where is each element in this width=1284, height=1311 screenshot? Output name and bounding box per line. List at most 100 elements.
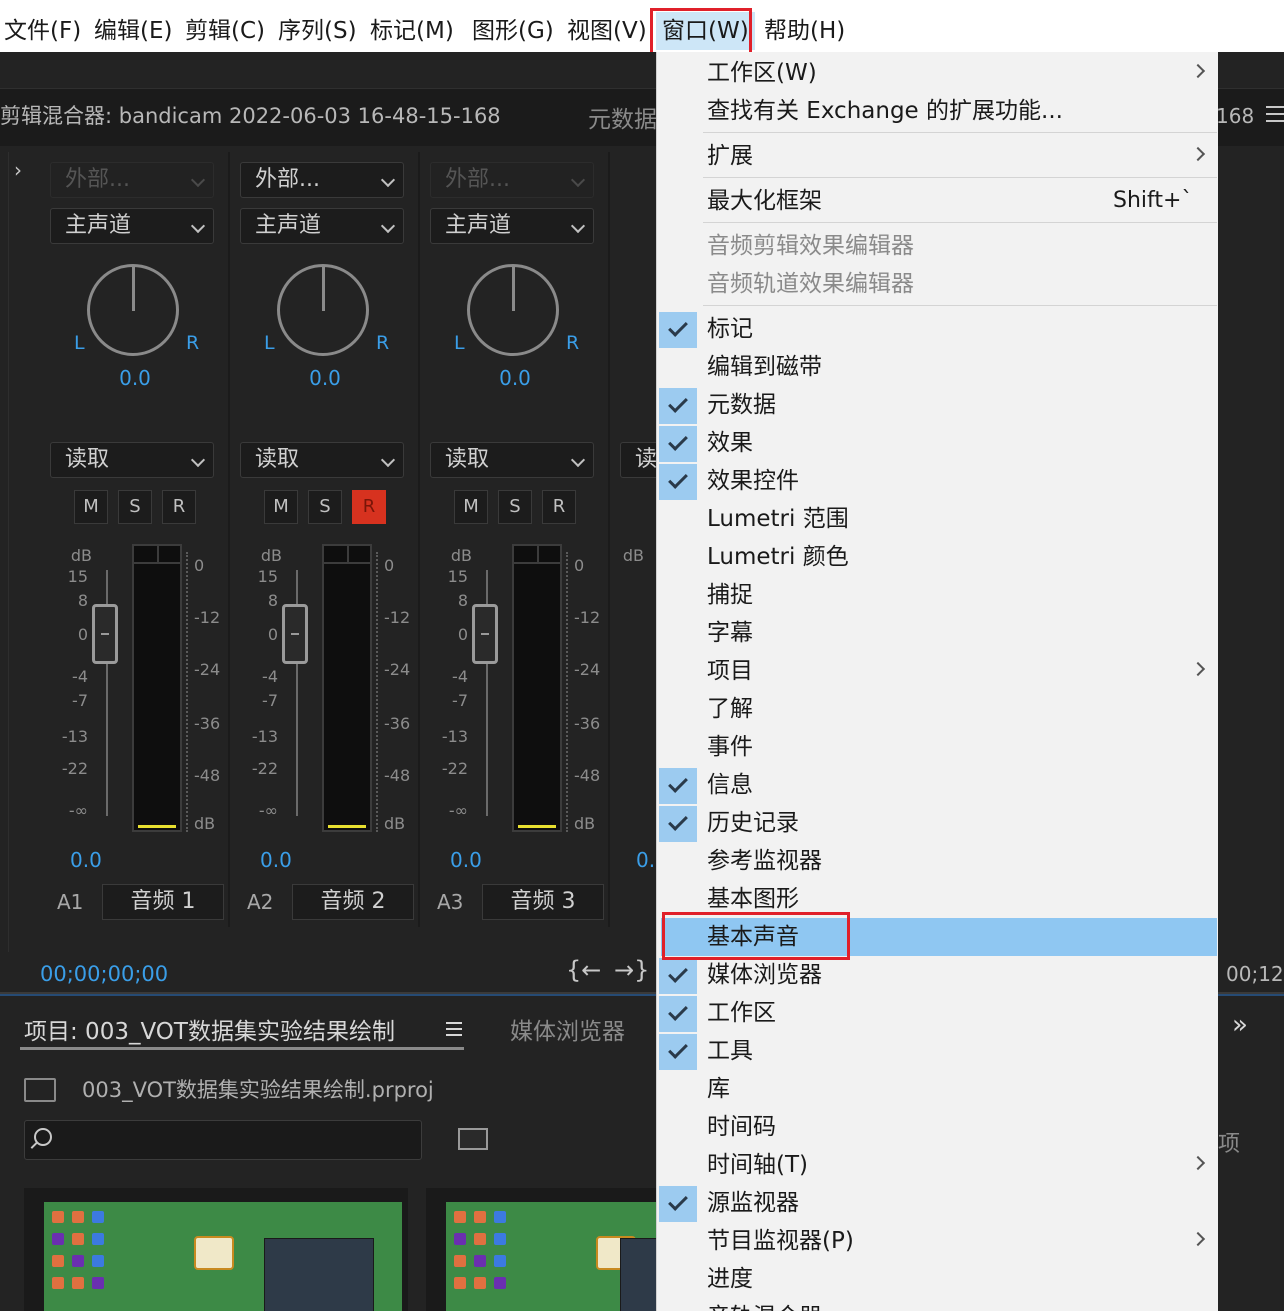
solo-button[interactable]: S xyxy=(118,490,152,524)
channel-mode-dropdown[interactable]: 主声道 xyxy=(50,208,214,244)
menu-item-maximize-frame[interactable]: 最大化框架 Shift+` xyxy=(657,182,1219,220)
menu-item-markers[interactable]: 标记 xyxy=(657,310,1219,348)
menu-item-find-exchange[interactable]: 查找有关 Exchange 的扩展功能... xyxy=(657,92,1219,130)
mute-button[interactable]: M xyxy=(74,490,108,524)
menu-item-label: 最大化框架 xyxy=(707,188,822,214)
volume-value[interactable]: 0.0 xyxy=(260,848,292,872)
automation-dropdown[interactable]: 读取 xyxy=(430,442,594,478)
menu-markers[interactable]: 标记(M) xyxy=(370,12,454,50)
volume-value[interactable]: 0.0 xyxy=(450,848,482,872)
tab-media-browser[interactable]: 媒体浏览器 xyxy=(510,1012,625,1046)
input-dropdown[interactable]: 外部... xyxy=(240,162,404,198)
db-label: dB xyxy=(450,546,472,565)
menu-item-lumetri-color[interactable]: Lumetri 颜色 xyxy=(657,538,1219,576)
menu-item-learn[interactable]: 了解 xyxy=(657,690,1219,728)
go-to-in-icon[interactable]: {← xyxy=(566,956,601,984)
track-name-field[interactable]: 音频 1 xyxy=(102,884,224,920)
menu-item-edit-to-tape[interactable]: 编辑到磁带 xyxy=(657,348,1219,386)
fader-scale-mark: -13 xyxy=(61,727,88,746)
window-menu-dropdown: 工作区(W) 查找有关 Exchange 的扩展功能... 扩展 最大化框架 Sh… xyxy=(656,52,1218,1311)
menu-item-progress[interactable]: 进度 xyxy=(657,1260,1219,1298)
menu-item-libraries[interactable]: 库 xyxy=(657,1070,1219,1108)
pan-knob[interactable] xyxy=(277,264,369,356)
panel-menu-icon[interactable] xyxy=(1266,106,1284,124)
menu-item-history[interactable]: 历史记录 xyxy=(657,804,1219,842)
menu-item-metadata[interactable]: 元数据 xyxy=(657,386,1219,424)
volume-value[interactable]: 0.0 xyxy=(70,848,102,872)
expand-chevron-icon[interactable]: › xyxy=(14,158,22,182)
playhead-timecode[interactable]: 00;00;00;00 xyxy=(40,962,168,986)
menu-item-info[interactable]: 信息 xyxy=(657,766,1219,804)
automation-dropdown[interactable]: 读取 xyxy=(240,442,404,478)
menu-sequence[interactable]: 序列(S) xyxy=(278,12,357,50)
menu-clip[interactable]: 剪辑(C) xyxy=(185,12,265,50)
menu-item-label: 项目 xyxy=(707,658,753,684)
menu-item-timelines[interactable]: 时间轴(T) xyxy=(657,1146,1219,1184)
track-id: A2 xyxy=(247,890,274,914)
menu-item-audio-track-mixer[interactable]: 音轨混合器 xyxy=(657,1298,1219,1311)
menu-item-projects[interactable]: 项目 xyxy=(657,652,1219,690)
tab-project[interactable]: 项目: 003_VOT数据集实验结果绘制 xyxy=(24,1012,395,1046)
track-name-field[interactable]: 音频 2 xyxy=(292,884,414,920)
menu-help[interactable]: 帮助(H) xyxy=(764,12,845,50)
menu-item-lumetri-scopes[interactable]: Lumetri 范围 xyxy=(657,500,1219,538)
menu-item-source-monitor[interactable]: 源监视器 xyxy=(657,1184,1219,1222)
record-button[interactable]: R xyxy=(542,490,576,524)
pan-knob[interactable] xyxy=(87,264,179,356)
level-meter xyxy=(132,544,182,832)
menu-item-effects[interactable]: 效果 xyxy=(657,424,1219,462)
menu-item-captions[interactable]: 字幕 xyxy=(657,614,1219,652)
channel-strip-a1: 外部... 主声道 L R 0.0 读取 M S R dB 15 8 0 -4 … xyxy=(40,152,230,927)
menu-item-timecode[interactable]: 时间码 xyxy=(657,1108,1219,1146)
channel-mode-dropdown[interactable]: 主声道 xyxy=(240,208,404,244)
volume-fader[interactable] xyxy=(282,604,308,664)
menu-item-workspaces-panel[interactable]: 工作区 xyxy=(657,994,1219,1032)
mute-button[interactable]: M xyxy=(264,490,298,524)
pan-left-label: L xyxy=(74,332,85,354)
pan-knob[interactable] xyxy=(467,264,559,356)
menu-edit[interactable]: 编辑(E) xyxy=(94,12,172,50)
automation-dropdown[interactable]: 读取 xyxy=(50,442,214,478)
menu-item-media-browser[interactable]: 媒体浏览器 xyxy=(657,956,1219,994)
volume-fader[interactable] xyxy=(92,604,118,664)
volume-fader[interactable] xyxy=(472,604,498,664)
folder-up-icon[interactable] xyxy=(24,1078,56,1102)
find-bin-icon[interactable] xyxy=(458,1128,488,1150)
record-button[interactable]: R xyxy=(162,490,196,524)
menu-view[interactable]: 视图(V) xyxy=(567,12,647,50)
search-input[interactable] xyxy=(24,1120,422,1160)
more-tabs-icon[interactable]: » xyxy=(1232,1010,1248,1040)
media-thumbnail[interactable] xyxy=(426,1188,658,1311)
pan-value[interactable]: 0.0 xyxy=(420,366,610,390)
media-thumbnail[interactable] xyxy=(24,1188,408,1311)
project-panel-menu-icon[interactable] xyxy=(446,1022,462,1038)
mute-button[interactable]: M xyxy=(454,490,488,524)
menu-graphics[interactable]: 图形(G) xyxy=(472,12,554,50)
menu-item-program-monitor[interactable]: 节目监视器(P) xyxy=(657,1222,1219,1260)
input-dropdown[interactable]: 外部... xyxy=(50,162,214,198)
pan-value[interactable]: 0.0 xyxy=(40,366,230,390)
menu-item-events[interactable]: 事件 xyxy=(657,728,1219,766)
fader-scale-mark: -13 xyxy=(441,727,468,746)
channel-mode-dropdown[interactable]: 主声道 xyxy=(430,208,594,244)
pan-value[interactable]: 0.0 xyxy=(230,366,420,390)
menu-item-tools[interactable]: 工具 xyxy=(657,1032,1219,1070)
solo-button[interactable]: S xyxy=(498,490,532,524)
input-dropdown[interactable]: 外部... xyxy=(430,162,594,198)
track-name-field[interactable]: 音频 3 xyxy=(482,884,604,920)
tab-clip-mixer[interactable]: 剪辑混合器: bandicam 2022-06-03 16-48-15-168 xyxy=(0,100,501,130)
record-button-active[interactable]: R xyxy=(352,490,386,524)
go-to-out-icon[interactable]: →} xyxy=(614,956,649,984)
volume-value[interactable]: 0. xyxy=(636,848,655,872)
menu-item-reference-monitor[interactable]: 参考监视器 xyxy=(657,842,1219,880)
menu-window[interactable]: 窗口(W) xyxy=(656,12,755,50)
tab-metadata[interactable]: 元数据 xyxy=(588,100,657,134)
menu-file[interactable]: 文件(F) xyxy=(4,12,81,50)
menu-item-capture[interactable]: 捕捉 xyxy=(657,576,1219,614)
menu-item-effect-controls[interactable]: 效果控件 xyxy=(657,462,1219,500)
menu-item-workspaces[interactable]: 工作区(W) xyxy=(657,54,1219,92)
menu-item-essential-graphics[interactable]: 基本图形 xyxy=(657,880,1219,918)
solo-button[interactable]: S xyxy=(308,490,342,524)
menu-item-essential-sound[interactable]: 基本声音 xyxy=(661,918,1217,956)
menu-item-extensions[interactable]: 扩展 xyxy=(657,137,1219,175)
